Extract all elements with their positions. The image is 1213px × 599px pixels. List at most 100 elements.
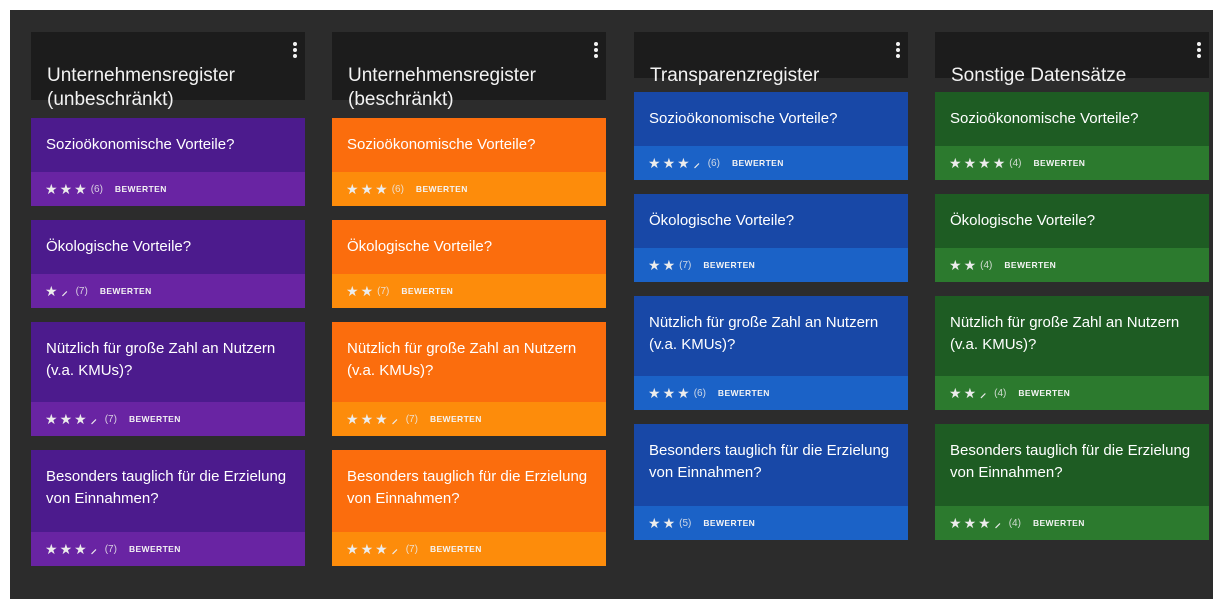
star-icon: ★	[978, 515, 991, 531]
star-rating: ★ ★ ★ ⸝	[346, 542, 402, 556]
star-icon: ★	[662, 515, 676, 531]
card-title: Besonders tauglich für die Erzielung von…	[347, 468, 588, 507]
card[interactable]: Besonders tauglich für die Erzielung von…	[332, 450, 606, 566]
card-rating: ★ ★ (4) BEWERTEN	[935, 248, 1209, 282]
star-icon: ★	[648, 257, 661, 273]
card[interactable]: Ökologische Vorteile? ★ ★ (7) BEWERTEN	[332, 220, 606, 308]
column-4-header: Sonstige Datensätze	[935, 32, 1209, 86]
more-vert-icon[interactable]	[1197, 42, 1201, 58]
star-icon: ★	[346, 411, 359, 427]
star-icon: ★	[74, 541, 87, 557]
rate-button[interactable]: BEWERTEN	[100, 286, 152, 296]
card[interactable]: Besonders tauglich für die Erzielung von…	[935, 424, 1209, 540]
star-icon: ★	[375, 181, 388, 197]
star-icon: ★	[74, 411, 87, 427]
card[interactable]: Sozioökonomische Vorteile? ★ ★ ★ (6) BEWERTE…	[332, 118, 606, 206]
column-title: Unternehmensregister (unbeschränkt)	[47, 65, 235, 110]
rate-button[interactable]: BEWERTEN	[129, 544, 181, 554]
star-icon: ★	[963, 515, 977, 531]
card-title: Ökologische Vorteile?	[649, 212, 795, 229]
card-rating: ★ ★ (7) BEWERTEN	[634, 248, 908, 282]
star-icon: ★	[963, 155, 977, 171]
star-icon: ★	[346, 541, 359, 557]
rate-button[interactable]: BEWERTEN	[1018, 388, 1070, 398]
star-icon: ★	[992, 155, 1006, 171]
card-title: Besonders tauglich für die Erzielung von…	[46, 468, 287, 507]
card-rating: ★ ★ ★ (6) BEWERTEN	[332, 172, 606, 206]
rate-button[interactable]: BEWERTEN	[430, 414, 482, 424]
card-rating: ★ ★ ★ ⸝ (7) BEWERTEN	[31, 402, 305, 436]
column-title: Unternehmensregister (beschränkt)	[348, 65, 536, 110]
star-rating: ★ ★	[648, 516, 675, 530]
rate-button[interactable]: BEWERTEN	[1033, 158, 1085, 168]
card-rating: ★ ★ ★ ⸝ (6) BEWERTEN	[634, 146, 908, 180]
card[interactable]: Ökologische Vorteile? ★ ⸝ (7) BEWERTEN	[31, 220, 305, 308]
star-icon: ★	[59, 541, 73, 557]
card[interactable]: Sozioökonomische Vorteile? ★ ★ ★ ⸝ (6) BEWERT…	[634, 92, 908, 180]
card-title: Sozioökonomische Vorteile?	[46, 136, 235, 153]
card[interactable]: Nützlich für große Zahl an Nutzern (v.a.…	[634, 296, 908, 410]
column-title: Sonstige Datensätze	[951, 65, 1127, 86]
star-icon: ★	[648, 385, 661, 401]
rate-button[interactable]: BEWERTEN	[703, 260, 755, 270]
more-vert-icon[interactable]	[896, 42, 900, 58]
rating-count: (7)	[679, 259, 692, 271]
card-title: Ökologische Vorteile?	[347, 238, 493, 255]
card-rating: ★ ★ (5) BEWERTEN	[634, 506, 908, 540]
star-icon: ★	[360, 283, 374, 299]
card[interactable]: Besonders tauglich für die Erzielung von…	[31, 450, 305, 566]
card[interactable]: Ökologische Vorteile? ★ ★ (7) BEWERTEN	[634, 194, 908, 282]
half-star-icon: ⸝	[391, 542, 398, 556]
half-star-icon: ⸝	[90, 542, 97, 556]
rate-button[interactable]: BEWERTEN	[129, 414, 181, 424]
card-title: Besonders tauglich für die Erzielung von…	[649, 442, 890, 481]
star-icon: ★	[949, 515, 962, 531]
star-rating: ★ ★ ★ ⸝	[45, 542, 101, 556]
rate-button[interactable]: BEWERTEN	[401, 286, 453, 296]
rate-button[interactable]: BEWERTEN	[732, 158, 784, 168]
rating-count: (7)	[75, 285, 88, 297]
card-rating: ★ ★ ★ ⸝ (4) BEWERTEN	[935, 506, 1209, 540]
rate-button[interactable]: BEWERTEN	[1033, 518, 1085, 528]
card[interactable]: Ökologische Vorteile? ★ ★ (4) BEWERTEN	[935, 194, 1209, 282]
star-icon: ★	[662, 155, 676, 171]
card-rating: ★ ★ ★ (6) BEWERTEN	[634, 376, 908, 410]
star-icon: ★	[677, 155, 690, 171]
rate-button[interactable]: BEWERTEN	[703, 518, 755, 528]
more-vert-icon[interactable]	[594, 42, 598, 58]
star-icon: ★	[74, 181, 87, 197]
star-icon: ★	[360, 181, 374, 197]
star-rating: ★ ★	[346, 284, 373, 298]
rating-count: (6)	[90, 183, 103, 195]
rate-button[interactable]: BEWERTEN	[430, 544, 482, 554]
rating-count: (7)	[104, 543, 117, 555]
rate-button[interactable]: BEWERTEN	[718, 388, 770, 398]
more-vert-icon[interactable]	[293, 42, 297, 58]
card-rating: ★ ★ ★ ⸝ (7) BEWERTEN	[31, 532, 305, 566]
star-rating: ★ ★ ★ ★	[949, 156, 1005, 170]
rate-button[interactable]: BEWERTEN	[416, 184, 468, 194]
rate-button[interactable]: BEWERTEN	[115, 184, 167, 194]
half-star-icon: ⸝	[90, 412, 97, 426]
star-rating: ★ ★ ★	[648, 386, 690, 400]
rate-button[interactable]: BEWERTEN	[1004, 260, 1056, 270]
board: Unternehmensregister (unbeschränkt) Sozi…	[10, 10, 1213, 599]
star-rating: ★ ★ ★	[45, 182, 87, 196]
card[interactable]: Besonders tauglich für die Erzielung von…	[634, 424, 908, 540]
rating-count: (4)	[1009, 157, 1022, 169]
half-star-icon: ⸝	[994, 516, 1001, 530]
star-rating: ★ ★ ★ ⸝	[648, 156, 704, 170]
rating-count: (4)	[980, 259, 993, 271]
star-icon: ★	[59, 181, 73, 197]
star-icon: ★	[648, 155, 661, 171]
card[interactable]: Sozioökonomische Vorteile? ★ ★ ★ (6) BEWERTE…	[31, 118, 305, 206]
rating-count: (6)	[707, 157, 720, 169]
rating-count: (6)	[693, 387, 706, 399]
star-icon: ★	[662, 257, 676, 273]
card[interactable]: Nützlich für große Zahl an Nutzern (v.a.…	[935, 296, 1209, 410]
star-icon: ★	[346, 283, 359, 299]
card[interactable]: Nützlich für große Zahl an Nutzern (v.a.…	[31, 322, 305, 436]
card[interactable]: Sozioökonomische Vorteile? ★ ★ ★ ★ (4) BEWERT…	[935, 92, 1209, 180]
card-rating: ★ ★ ★ ★ (4) BEWERTEN	[935, 146, 1209, 180]
card[interactable]: Nützlich für große Zahl an Nutzern (v.a.…	[332, 322, 606, 436]
